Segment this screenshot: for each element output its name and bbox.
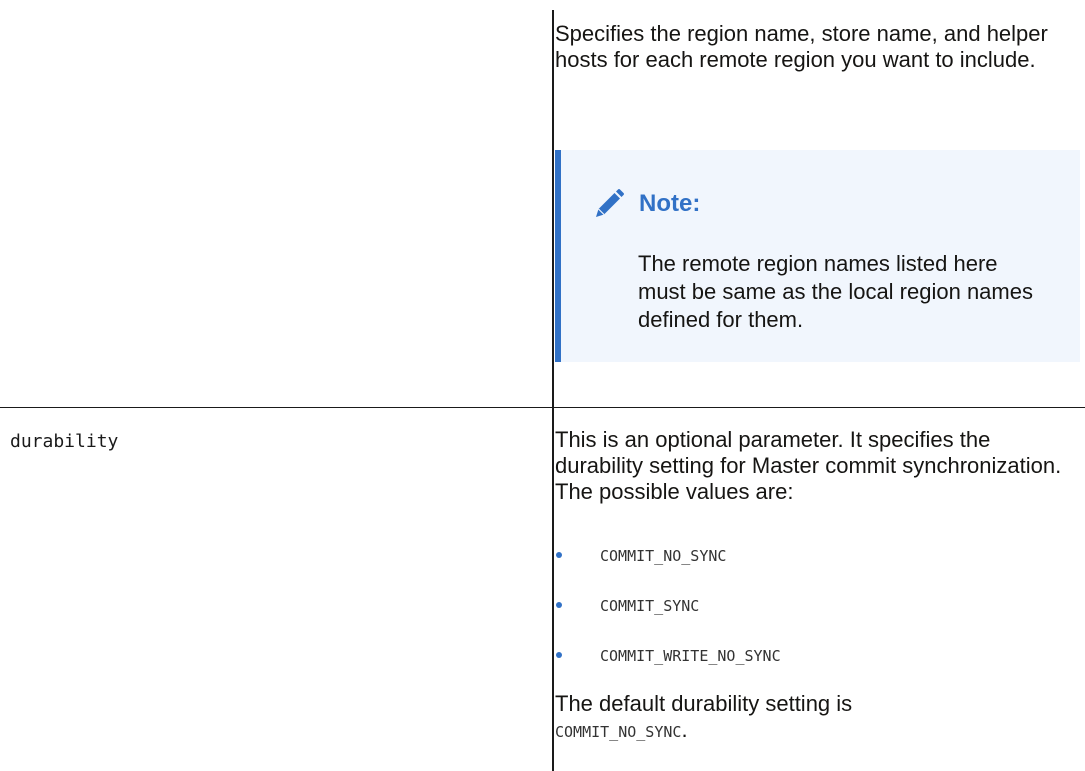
default-text: The default durability setting is bbox=[555, 691, 853, 716]
note-title: Note: bbox=[639, 190, 701, 217]
note-header: Note: bbox=[593, 188, 700, 220]
parameter-name: durability bbox=[10, 431, 119, 452]
value-code: COMMIT_NO_SYNC bbox=[600, 547, 727, 565]
bullet-icon bbox=[556, 602, 562, 608]
default-description: The default durability setting is COMMIT_… bbox=[555, 691, 1075, 745]
value-code: COMMIT_WRITE_NO_SYNC bbox=[600, 647, 781, 665]
note-box: Note: The remote region names listed her… bbox=[555, 150, 1080, 362]
pencil-icon bbox=[596, 189, 624, 217]
bullet-icon bbox=[556, 652, 562, 658]
row1-description: Specifies the region name, store name, a… bbox=[555, 21, 1048, 72]
note-body: The remote region names listed here must… bbox=[638, 251, 1033, 332]
value-code: COMMIT_SYNC bbox=[600, 597, 700, 615]
row-divider bbox=[0, 407, 1085, 408]
column-divider bbox=[552, 10, 554, 771]
row2-description: This is an optional parameter. It specif… bbox=[555, 427, 1062, 504]
default-value-code: COMMIT_NO_SYNC bbox=[555, 723, 682, 741]
default-suffix: . bbox=[681, 717, 688, 742]
bullet-icon bbox=[556, 552, 562, 558]
